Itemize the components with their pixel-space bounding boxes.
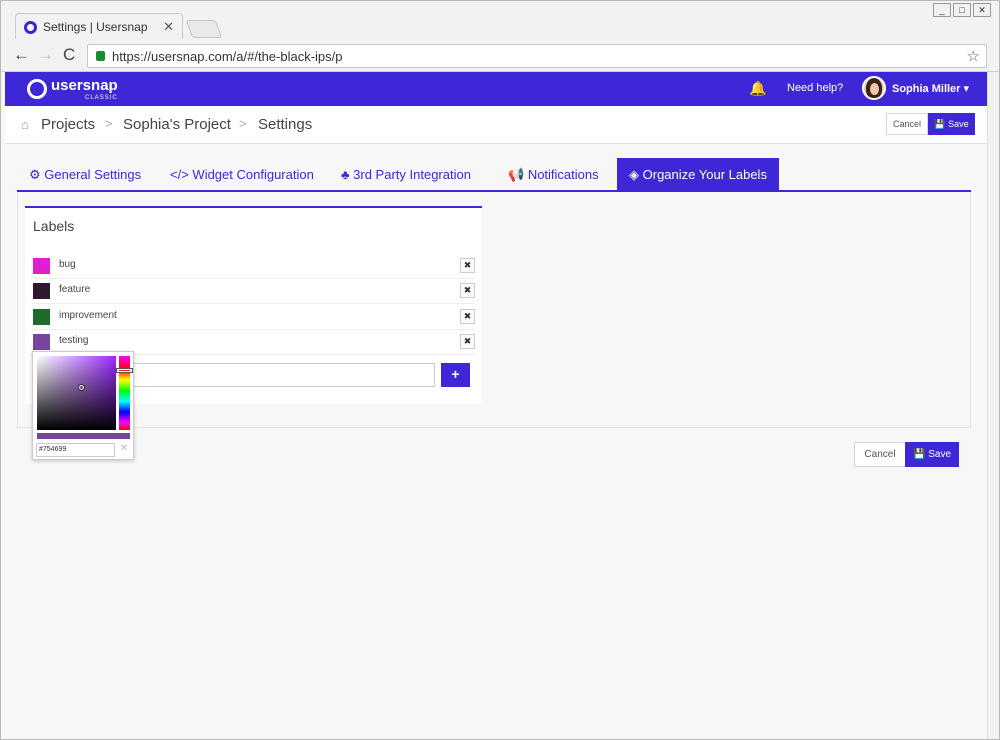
logo-icon xyxy=(27,79,47,99)
bookmark-star-icon[interactable]: ☆ xyxy=(967,47,980,65)
tab-general-settings[interactable]: ⚙ General Settings xyxy=(17,158,153,190)
label-row: improvement ✖ xyxy=(31,305,475,330)
save-button-top[interactable]: 💾 Save xyxy=(928,113,975,135)
label-color-swatch[interactable] xyxy=(33,258,50,274)
tab-label: Organize Your Labels xyxy=(642,167,767,182)
breadcrumb-settings: Settings xyxy=(258,116,313,133)
main-content: ⚙ General Settings </> Widget Configurat… xyxy=(5,145,987,739)
minimize-icon[interactable]: _ xyxy=(933,3,951,17)
color-preview xyxy=(37,433,130,439)
app-header: usersnap CLASSIC 🔔 Need help? Sophia Mil… xyxy=(5,72,987,106)
usersnap-logo[interactable]: usersnap CLASSIC xyxy=(27,77,118,101)
tab-label: 3rd Party Integration xyxy=(353,167,471,182)
hue-slider-handle[interactable] xyxy=(116,368,133,373)
hex-input[interactable]: #754699 xyxy=(36,443,115,457)
back-icon[interactable]: ← xyxy=(13,45,30,65)
tab-organize-your-labels[interactable]: ◈ Organize Your Labels xyxy=(617,158,779,190)
logo-subtitle: CLASSIC xyxy=(85,95,118,101)
url-field[interactable]: https://usersnap.com/a/#/the-black-ips/p… xyxy=(87,44,987,68)
bell-icon[interactable]: 🔔 xyxy=(749,80,766,97)
home-icon[interactable]: ⌂ xyxy=(21,117,29,132)
save-icon: 💾 xyxy=(934,118,949,129)
puzzle-icon: ♣ xyxy=(341,167,350,182)
usersnap-favicon-icon xyxy=(24,20,37,34)
label-name[interactable]: bug xyxy=(59,259,76,270)
save-icon: 💾 xyxy=(912,449,929,460)
tags-icon: ◈ xyxy=(629,167,639,182)
save-button-bottom[interactable]: 💾 Save xyxy=(905,442,959,467)
label-row: feature ✖ xyxy=(31,279,475,304)
browser-titlebar: Settings | Usersnap ✕ _ □ ✕ xyxy=(1,1,999,40)
label-color-swatch[interactable] xyxy=(33,283,50,299)
browser-tab[interactable]: Settings | Usersnap ✕ xyxy=(15,13,183,40)
breadcrumb-separator: > xyxy=(105,116,113,131)
save-label: Save xyxy=(928,449,952,460)
megaphone-icon: 📢 xyxy=(508,167,525,182)
url-text: https://usersnap.com/a/#/the-black-ips/p xyxy=(112,49,343,64)
label-name[interactable]: feature xyxy=(59,284,90,295)
user-menu[interactable]: Sophia Miller ▾ xyxy=(892,82,969,95)
window-controls: _ □ ✕ xyxy=(933,3,991,17)
delete-label-icon[interactable]: ✖ xyxy=(460,309,475,324)
add-label-button[interactable]: + xyxy=(441,363,470,387)
saturation-value-area[interactable] xyxy=(37,356,116,430)
save-label: Save xyxy=(948,119,969,129)
tab-label: Widget Configuration xyxy=(192,167,314,182)
scrollbar[interactable] xyxy=(987,72,999,739)
tab-3rd-party-integration[interactable]: ♣ 3rd Party Integration xyxy=(329,158,483,190)
cancel-button-top[interactable]: Cancel xyxy=(886,113,928,135)
forward-icon[interactable]: → xyxy=(37,45,54,65)
label-row: bug ✖ xyxy=(31,254,475,279)
breadcrumb-project[interactable]: Sophia's Project xyxy=(123,116,231,133)
avatar[interactable] xyxy=(862,76,886,100)
settings-tabs: ⚙ General Settings </> Widget Configurat… xyxy=(17,158,971,192)
cancel-button-bottom[interactable]: Cancel xyxy=(854,442,906,467)
need-help-link[interactable]: Need help? xyxy=(787,82,843,94)
delete-label-icon[interactable]: ✖ xyxy=(460,258,475,273)
code-icon: </> xyxy=(170,167,189,182)
new-tab-button[interactable] xyxy=(185,20,223,38)
label-name[interactable]: testing xyxy=(59,335,88,346)
address-bar-row: ← → C https://usersnap.com/a/#/the-black… xyxy=(1,39,999,72)
close-window-icon[interactable]: ✕ xyxy=(973,3,991,17)
delete-label-icon[interactable]: ✖ xyxy=(460,334,475,349)
breadcrumb: ⌂ Projects > Sophia's Project > Settings… xyxy=(5,106,987,144)
maximize-icon[interactable]: □ xyxy=(953,3,971,17)
label-color-swatch[interactable] xyxy=(33,334,50,350)
tab-label: General Settings xyxy=(44,167,142,182)
breadcrumb-separator: > xyxy=(239,116,247,131)
breadcrumb-projects[interactable]: Projects xyxy=(41,116,95,133)
tab-notifications[interactable]: 📢 Notifications xyxy=(496,158,611,190)
tab-widget-configuration[interactable]: </> Widget Configuration xyxy=(158,158,326,190)
color-cursor[interactable] xyxy=(78,384,85,391)
tab-close-icon[interactable]: ✕ xyxy=(163,19,174,35)
lock-icon xyxy=(96,51,105,61)
label-name[interactable]: improvement xyxy=(59,310,117,321)
tab-label: Notifications xyxy=(527,167,599,182)
gear-icon: ⚙ xyxy=(29,167,41,182)
tab-title: Settings | Usersnap xyxy=(43,20,148,34)
reload-icon[interactable]: C xyxy=(63,45,75,65)
browser-window: Settings | Usersnap ✕ _ □ ✕ ← → C https:… xyxy=(0,0,1000,740)
label-color-swatch[interactable] xyxy=(33,309,50,325)
new-label-input[interactable] xyxy=(125,363,435,387)
labels-title: Labels xyxy=(33,218,75,234)
logo-text: usersnap xyxy=(51,77,118,94)
clear-color-icon[interactable]: ✕ xyxy=(120,443,128,454)
color-picker: #754699 ✕ xyxy=(32,351,134,460)
hue-slider[interactable] xyxy=(119,356,130,430)
delete-label-icon[interactable]: ✖ xyxy=(460,283,475,298)
